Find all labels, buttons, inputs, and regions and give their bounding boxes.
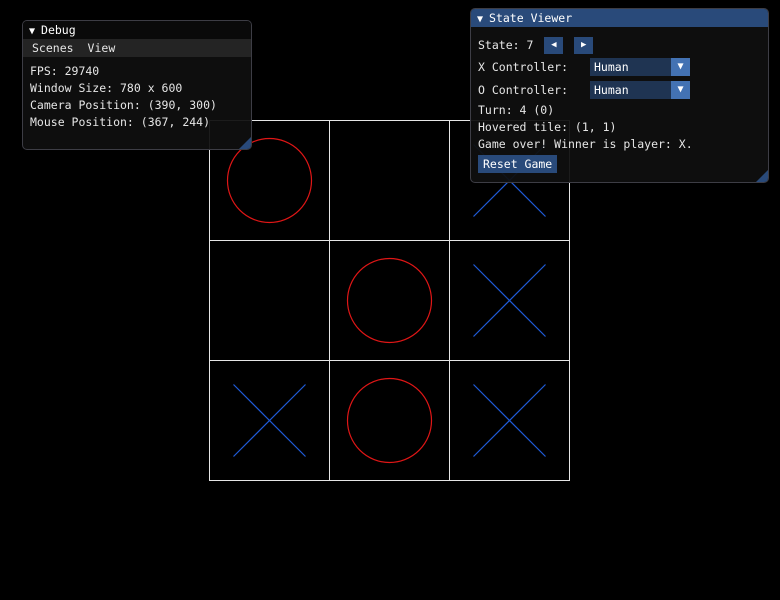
debug-title: Debug [41, 23, 76, 37]
collapse-icon[interactable]: ▼ [477, 14, 483, 25]
state-viewer-window[interactable]: ▼ State Viewer State: 7 ◀ ▶ X Controller:… [470, 8, 769, 183]
x-controller-select[interactable]: Human ▼ [590, 58, 690, 76]
o-controller-select[interactable]: Human ▼ [590, 81, 690, 99]
board-cell-1-0[interactable] [209, 240, 330, 361]
prev-state-button[interactable]: ◀ [544, 37, 564, 54]
o-controller-value: Human [594, 82, 629, 97]
next-state-button[interactable]: ▶ [574, 37, 594, 54]
debug-title-bar[interactable]: ▼ Debug [23, 21, 251, 39]
debug-menubar: Scenes View [23, 39, 251, 57]
menu-scenes[interactable]: Scenes [25, 41, 81, 55]
turn-readout: Turn: 4 (0) [478, 103, 555, 117]
x-controller-value: Human [594, 59, 629, 74]
x-mark [473, 264, 546, 337]
resize-grip[interactable] [756, 170, 768, 182]
debug-window[interactable]: ▼ Debug Scenes View FPS: 29740 Window Size… [22, 20, 252, 150]
arrow-left-icon: ◀ [551, 40, 557, 50]
arrow-right-icon: ▶ [581, 40, 587, 50]
state-viewer-title-bar[interactable]: ▼ State Viewer [471, 9, 768, 27]
chevron-down-icon[interactable]: ▼ [671, 81, 690, 99]
state-label: State: 7 [478, 38, 534, 52]
mouse-position-readout: Mouse Position: (367, 244) [30, 115, 211, 129]
state-viewer-title: State Viewer [489, 11, 573, 25]
chevron-down-icon[interactable]: ▼ [671, 58, 690, 76]
o-mark [346, 257, 433, 344]
fps-readout: FPS: 29740 [30, 64, 100, 78]
game-status: Game over! Winner is player: X. [478, 137, 693, 151]
x-controller-label: X Controller: [478, 60, 569, 74]
collapse-icon[interactable]: ▼ [29, 26, 35, 37]
resize-grip[interactable] [239, 137, 251, 149]
x-mark [233, 384, 306, 457]
o-controller-label: O Controller: [478, 83, 569, 97]
window-size-readout: Window Size: 780 x 600 [30, 81, 183, 95]
menu-view[interactable]: View [81, 41, 123, 55]
board-cell-0-1[interactable] [329, 120, 450, 241]
x-mark [473, 384, 546, 457]
o-mark [346, 377, 433, 464]
reset-game-button[interactable]: Reset Game [478, 155, 558, 173]
hovered-tile-readout: Hovered tile: (1, 1) [478, 120, 617, 134]
o-mark [226, 137, 313, 224]
camera-position-readout: Camera Position: (390, 300) [30, 98, 217, 112]
